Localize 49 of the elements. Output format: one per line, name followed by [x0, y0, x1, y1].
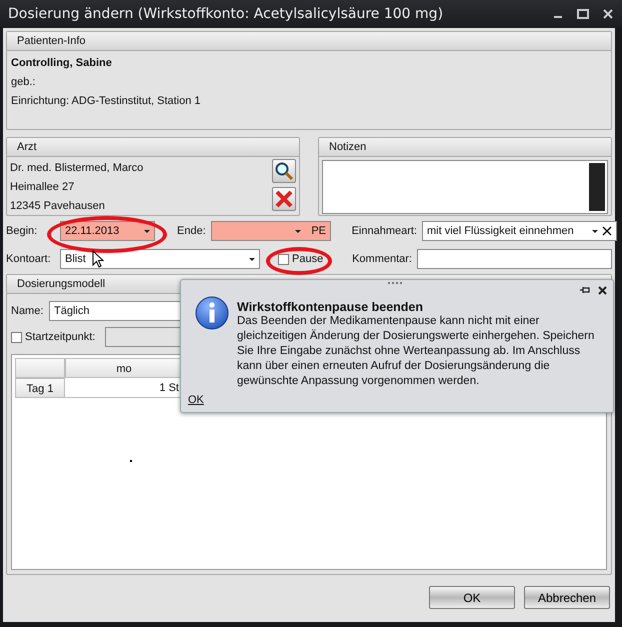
panel-header: Patienten-Info	[7, 32, 611, 51]
doctor-address-line: Dr. med. Blistermed, Marco	[10, 161, 144, 176]
pin-icon[interactable]	[579, 285, 591, 295]
start-time-checkbox[interactable]	[11, 332, 22, 342]
notes-field[interactable]	[322, 160, 608, 214]
info-icon	[195, 296, 229, 330]
date-field[interactable]: 22.11.2013	[60, 221, 155, 241]
maximize-icon[interactable]	[576, 8, 590, 20]
dropdown-icon	[592, 230, 598, 232]
mouse-cursor-icon	[92, 250, 104, 268]
panel-header: Arzt	[7, 138, 299, 157]
ok-button[interactable]: OK	[429, 586, 515, 609]
dropdown-icon	[249, 258, 255, 260]
dropdown-icon	[144, 230, 150, 232]
comment-field[interactable]	[417, 249, 612, 269]
field-label: Kommentar:	[351, 253, 413, 265]
drag-handle[interactable]	[388, 282, 402, 286]
checkbox-label: Pause	[292, 253, 324, 265]
row-header: Tag 1	[15, 378, 65, 398]
field-label: Begin:	[6, 225, 38, 237]
intake-dropdown[interactable]: mit viel Flüssigkeit einnehmen	[422, 221, 617, 241]
search-icon	[274, 161, 294, 181]
facility-text: Einrichtung: ADG-Testinstitut, Station 1	[11, 94, 202, 109]
doctor-address-line: Heimallee 27	[10, 180, 76, 195]
dropdown-icon	[295, 230, 302, 232]
dot-mark	[130, 460, 132, 462]
close-icon[interactable]	[598, 286, 607, 294]
cross-icon	[274, 189, 294, 209]
search-button[interactable]	[272, 159, 296, 183]
field-label: Einnahmeart:	[350, 225, 418, 237]
ok-link[interactable]: OK	[188, 394, 204, 406]
field-label: Kontoart:	[6, 253, 52, 265]
panel-header: Notizen	[319, 138, 611, 157]
patient-name: Controlling, Sabine	[11, 56, 113, 71]
checkbox-label: Startzeitpunkt:	[25, 331, 96, 343]
highlight-ellipse	[266, 247, 332, 275]
doctor-address-line: 12345 Pavehausen	[10, 199, 106, 214]
cancel-button[interactable]: Abbrechen	[524, 586, 610, 609]
birth-date-label: geb.:	[11, 75, 36, 90]
field-label: Name:	[11, 305, 44, 317]
column-header: mo	[65, 358, 183, 378]
window-title: Dosierung ändern (Wirkstoffkonto: Acetylsalicylsäure 100 mg)	[8, 6, 444, 22]
account-type-dropdown[interactable]: Blist	[60, 249, 260, 269]
scrollbar[interactable]	[589, 163, 605, 211]
field-label: Ende:	[177, 225, 207, 237]
delete-button[interactable]	[272, 187, 296, 211]
pause-checkbox[interactable]	[278, 254, 289, 264]
clear-icon[interactable]	[602, 226, 612, 236]
date-field[interactable]: PE	[211, 221, 331, 241]
